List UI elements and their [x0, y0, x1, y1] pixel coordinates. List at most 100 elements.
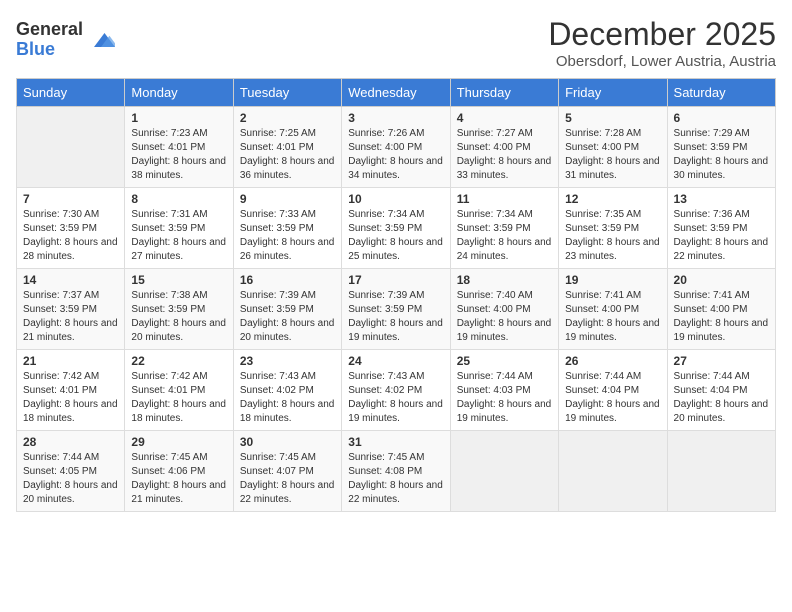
day-header-friday: Friday [559, 79, 667, 107]
day-number: 12 [565, 192, 660, 206]
day-info: Sunrise: 7:43 AMSunset: 4:02 PMDaylight:… [240, 370, 335, 426]
day-info: Sunrise: 7:44 AMSunset: 4:03 PMDaylight:… [457, 370, 552, 426]
day-number: 31 [348, 435, 443, 449]
day-cell: 26 Sunrise: 7:44 AMSunset: 4:04 PMDaylig… [559, 350, 667, 431]
day-number: 7 [23, 192, 118, 206]
day-cell: 31 Sunrise: 7:45 AMSunset: 4:08 PMDaylig… [342, 431, 450, 512]
day-info: Sunrise: 7:41 AMSunset: 4:00 PMDaylight:… [674, 289, 769, 345]
day-number: 1 [131, 111, 226, 125]
day-cell: 10 Sunrise: 7:34 AMSunset: 3:59 PMDaylig… [342, 188, 450, 269]
logo: General Blue [16, 20, 115, 60]
day-number: 2 [240, 111, 335, 125]
logo-general: General [16, 20, 83, 40]
day-number: 26 [565, 354, 660, 368]
day-info: Sunrise: 7:28 AMSunset: 4:00 PMDaylight:… [565, 127, 660, 183]
day-cell: 23 Sunrise: 7:43 AMSunset: 4:02 PMDaylig… [233, 350, 341, 431]
day-info: Sunrise: 7:27 AMSunset: 4:00 PMDaylight:… [457, 127, 552, 183]
day-cell: 14 Sunrise: 7:37 AMSunset: 3:59 PMDaylig… [17, 269, 125, 350]
day-number: 15 [131, 273, 226, 287]
day-cell [17, 107, 125, 188]
day-info: Sunrise: 7:38 AMSunset: 3:59 PMDaylight:… [131, 289, 226, 345]
title-section: December 2025 Obersdorf, Lower Austria, … [548, 16, 776, 70]
day-cell: 9 Sunrise: 7:33 AMSunset: 3:59 PMDayligh… [233, 188, 341, 269]
day-number: 8 [131, 192, 226, 206]
day-info: Sunrise: 7:43 AMSunset: 4:02 PMDaylight:… [348, 370, 443, 426]
day-header-wednesday: Wednesday [342, 79, 450, 107]
day-cell: 29 Sunrise: 7:45 AMSunset: 4:06 PMDaylig… [125, 431, 233, 512]
logo-icon [87, 26, 115, 54]
day-cell: 3 Sunrise: 7:26 AMSunset: 4:00 PMDayligh… [342, 107, 450, 188]
day-cell: 13 Sunrise: 7:36 AMSunset: 3:59 PMDaylig… [667, 188, 775, 269]
day-info: Sunrise: 7:23 AMSunset: 4:01 PMDaylight:… [131, 127, 226, 183]
day-cell [450, 431, 558, 512]
day-info: Sunrise: 7:25 AMSunset: 4:01 PMDaylight:… [240, 127, 335, 183]
day-header-sunday: Sunday [17, 79, 125, 107]
day-cell: 8 Sunrise: 7:31 AMSunset: 3:59 PMDayligh… [125, 188, 233, 269]
header-row: SundayMondayTuesdayWednesdayThursdayFrid… [17, 79, 776, 107]
day-cell: 6 Sunrise: 7:29 AMSunset: 3:59 PMDayligh… [667, 107, 775, 188]
calendar-table: SundayMondayTuesdayWednesdayThursdayFrid… [16, 78, 776, 512]
day-cell: 21 Sunrise: 7:42 AMSunset: 4:01 PMDaylig… [17, 350, 125, 431]
day-cell: 11 Sunrise: 7:34 AMSunset: 3:59 PMDaylig… [450, 188, 558, 269]
day-number: 6 [674, 111, 769, 125]
day-number: 10 [348, 192, 443, 206]
day-cell: 24 Sunrise: 7:43 AMSunset: 4:02 PMDaylig… [342, 350, 450, 431]
week-row-1: 1 Sunrise: 7:23 AMSunset: 4:01 PMDayligh… [17, 107, 776, 188]
day-info: Sunrise: 7:34 AMSunset: 3:59 PMDaylight:… [457, 208, 552, 264]
day-info: Sunrise: 7:29 AMSunset: 3:59 PMDaylight:… [674, 127, 769, 183]
page-header: General Blue December 2025 Obersdorf, Lo… [16, 16, 776, 70]
day-number: 22 [131, 354, 226, 368]
day-number: 3 [348, 111, 443, 125]
day-header-monday: Monday [125, 79, 233, 107]
day-number: 27 [674, 354, 769, 368]
subtitle: Obersdorf, Lower Austria, Austria [548, 53, 776, 70]
day-cell: 12 Sunrise: 7:35 AMSunset: 3:59 PMDaylig… [559, 188, 667, 269]
week-row-3: 14 Sunrise: 7:37 AMSunset: 3:59 PMDaylig… [17, 269, 776, 350]
day-number: 9 [240, 192, 335, 206]
day-cell: 5 Sunrise: 7:28 AMSunset: 4:00 PMDayligh… [559, 107, 667, 188]
day-header-saturday: Saturday [667, 79, 775, 107]
day-cell: 17 Sunrise: 7:39 AMSunset: 3:59 PMDaylig… [342, 269, 450, 350]
day-info: Sunrise: 7:33 AMSunset: 3:59 PMDaylight:… [240, 208, 335, 264]
month-title: December 2025 [548, 16, 776, 53]
day-info: Sunrise: 7:40 AMSunset: 4:00 PMDaylight:… [457, 289, 552, 345]
day-cell: 20 Sunrise: 7:41 AMSunset: 4:00 PMDaylig… [667, 269, 775, 350]
week-row-2: 7 Sunrise: 7:30 AMSunset: 3:59 PMDayligh… [17, 188, 776, 269]
day-cell: 1 Sunrise: 7:23 AMSunset: 4:01 PMDayligh… [125, 107, 233, 188]
day-cell: 2 Sunrise: 7:25 AMSunset: 4:01 PMDayligh… [233, 107, 341, 188]
day-info: Sunrise: 7:39 AMSunset: 3:59 PMDaylight:… [240, 289, 335, 345]
day-cell: 22 Sunrise: 7:42 AMSunset: 4:01 PMDaylig… [125, 350, 233, 431]
day-number: 19 [565, 273, 660, 287]
day-header-thursday: Thursday [450, 79, 558, 107]
day-number: 28 [23, 435, 118, 449]
day-cell [559, 431, 667, 512]
day-number: 25 [457, 354, 552, 368]
day-cell: 19 Sunrise: 7:41 AMSunset: 4:00 PMDaylig… [559, 269, 667, 350]
day-info: Sunrise: 7:44 AMSunset: 4:05 PMDaylight:… [23, 451, 118, 507]
day-info: Sunrise: 7:31 AMSunset: 3:59 PMDaylight:… [131, 208, 226, 264]
day-cell: 27 Sunrise: 7:44 AMSunset: 4:04 PMDaylig… [667, 350, 775, 431]
day-number: 30 [240, 435, 335, 449]
day-cell: 16 Sunrise: 7:39 AMSunset: 3:59 PMDaylig… [233, 269, 341, 350]
day-cell: 25 Sunrise: 7:44 AMSunset: 4:03 PMDaylig… [450, 350, 558, 431]
day-info: Sunrise: 7:39 AMSunset: 3:59 PMDaylight:… [348, 289, 443, 345]
day-number: 20 [674, 273, 769, 287]
day-info: Sunrise: 7:41 AMSunset: 4:00 PMDaylight:… [565, 289, 660, 345]
day-number: 11 [457, 192, 552, 206]
day-info: Sunrise: 7:37 AMSunset: 3:59 PMDaylight:… [23, 289, 118, 345]
day-number: 23 [240, 354, 335, 368]
day-cell: 15 Sunrise: 7:38 AMSunset: 3:59 PMDaylig… [125, 269, 233, 350]
day-cell [667, 431, 775, 512]
day-cell: 4 Sunrise: 7:27 AMSunset: 4:00 PMDayligh… [450, 107, 558, 188]
day-info: Sunrise: 7:42 AMSunset: 4:01 PMDaylight:… [131, 370, 226, 426]
day-number: 16 [240, 273, 335, 287]
day-cell: 28 Sunrise: 7:44 AMSunset: 4:05 PMDaylig… [17, 431, 125, 512]
day-number: 13 [674, 192, 769, 206]
day-info: Sunrise: 7:36 AMSunset: 3:59 PMDaylight:… [674, 208, 769, 264]
day-info: Sunrise: 7:35 AMSunset: 3:59 PMDaylight:… [565, 208, 660, 264]
day-number: 14 [23, 273, 118, 287]
day-number: 4 [457, 111, 552, 125]
day-header-tuesday: Tuesday [233, 79, 341, 107]
day-info: Sunrise: 7:42 AMSunset: 4:01 PMDaylight:… [23, 370, 118, 426]
day-cell: 7 Sunrise: 7:30 AMSunset: 3:59 PMDayligh… [17, 188, 125, 269]
